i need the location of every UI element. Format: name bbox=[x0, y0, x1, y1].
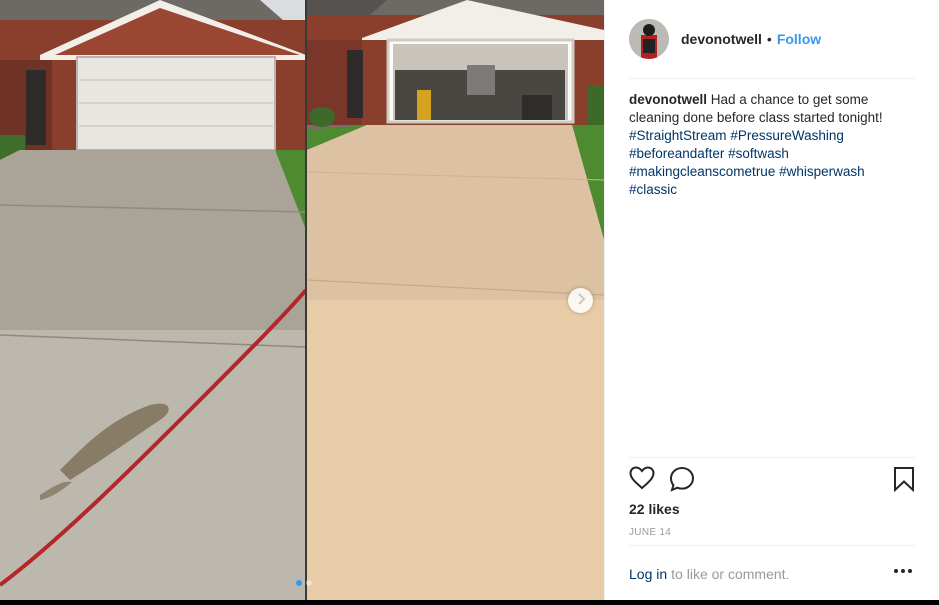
carousel-dot bbox=[306, 580, 312, 586]
hashtag-link[interactable]: #beforeandafter bbox=[629, 146, 724, 161]
carousel-next-button[interactable] bbox=[568, 288, 593, 313]
hashtag-link[interactable]: #StraightStream bbox=[629, 128, 727, 143]
actions-divider bbox=[629, 457, 915, 458]
post-footer: Log in to like or comment. bbox=[629, 566, 915, 582]
hashtag-link[interactable]: #softwash bbox=[728, 146, 789, 161]
heart-icon[interactable] bbox=[629, 466, 655, 495]
author-avatar[interactable] bbox=[629, 19, 669, 59]
window-bottom-edge bbox=[0, 600, 939, 605]
carousel-indicator bbox=[296, 580, 312, 586]
comment-icon[interactable] bbox=[669, 466, 695, 497]
chevron-right-icon bbox=[576, 292, 586, 310]
login-link[interactable]: Log in bbox=[629, 566, 667, 582]
hashtag-link[interactable]: #PressureWashing bbox=[730, 128, 844, 143]
follow-button[interactable]: Follow bbox=[777, 31, 821, 47]
before-photo bbox=[0, 0, 306, 600]
post-header: devonotwell • Follow bbox=[629, 0, 915, 79]
post-sidebar: devonotwell • Follow devonotwell Had a c… bbox=[604, 0, 939, 600]
after-photo bbox=[307, 0, 604, 600]
likes-count[interactable]: 22 likes bbox=[629, 501, 680, 517]
footer-divider bbox=[629, 545, 915, 546]
instagram-post: devonotwell • Follow devonotwell Had a c… bbox=[0, 0, 939, 605]
post-media[interactable] bbox=[0, 0, 604, 600]
carousel-dot-active bbox=[296, 580, 302, 586]
action-bar bbox=[629, 466, 915, 496]
header-text: devonotwell • Follow bbox=[681, 31, 821, 47]
more-options-icon[interactable] bbox=[891, 562, 915, 580]
post-caption: devonotwell Had a chance to get some cle… bbox=[629, 91, 917, 199]
post-date: June 14 bbox=[629, 527, 672, 538]
separator-bullet: • bbox=[766, 31, 772, 47]
hashtag-link[interactable]: #classic bbox=[629, 182, 677, 197]
hashtag-link[interactable]: #whisperwash bbox=[779, 164, 865, 179]
bookmark-icon[interactable] bbox=[893, 466, 915, 497]
caption-username[interactable]: devonotwell bbox=[629, 92, 707, 107]
login-prompt-text: to like or comment. bbox=[671, 566, 790, 582]
hashtag-link[interactable]: #makingcleanscometrue bbox=[629, 164, 775, 179]
author-username[interactable]: devonotwell bbox=[681, 31, 762, 47]
